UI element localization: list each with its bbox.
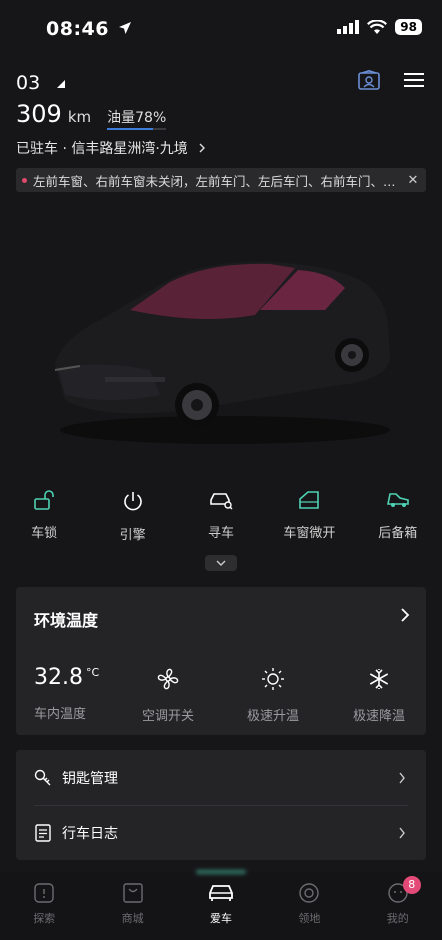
shop-icon — [122, 883, 143, 903]
status-icons: 98 — [337, 19, 422, 35]
nav-label-profile: 我的 — [386, 912, 409, 925]
chevron-down-icon — [216, 560, 226, 566]
parking-location[interactable]: 已驻车 · 信丰路星洲湾·九境 — [16, 138, 206, 158]
nav-item-territory[interactable]: 领地 — [274, 872, 344, 940]
battery-indicator: 98 — [395, 19, 422, 35]
fuel-bar — [107, 128, 167, 130]
window-vent-label: 车窗微开 — [283, 526, 336, 541]
digital-key-icon[interactable] — [358, 70, 380, 90]
chevron-right-icon[interactable] — [400, 607, 410, 623]
cabin-temp-value: 32.8 °C — [34, 665, 100, 690]
trunk-button[interactable]: 后备箱 — [356, 490, 440, 543]
find-car-label: 寻车 — [207, 526, 234, 541]
dropdown-triangle-icon — [57, 80, 66, 88]
driving-log-row[interactable]: 行车日志 — [16, 805, 426, 860]
nav-label-shop: 商城 — [121, 912, 144, 925]
door-alert-banner[interactable]: 左前车窗、右前车窗未关闭，左前车门、左后车门、右前车门、右… ✕ — [16, 168, 426, 192]
snowflake-icon — [369, 669, 389, 689]
alert-text: 左前车窗、右前车窗未关闭，左前车门、左后车门、右前车门、右… — [33, 173, 400, 189]
car-icon — [209, 885, 233, 901]
nav-label-car: 爱车 — [209, 912, 232, 925]
nav-label-territory: 领地 — [298, 912, 321, 925]
territory-icon — [299, 883, 320, 903]
close-icon[interactable]: ✕ — [400, 173, 426, 188]
fan-icon — [157, 668, 179, 690]
settings-list: 钥匙管理 行车日志 — [16, 750, 426, 860]
expand-button[interactable] — [205, 555, 237, 571]
notification-badge: 8 — [402, 876, 421, 894]
engine-button[interactable]: 引擎 — [91, 490, 175, 543]
sun-icon — [262, 668, 284, 690]
car-selector[interactable]: 03 — [16, 72, 66, 94]
power-icon — [123, 492, 142, 511]
unlock-icon — [34, 490, 54, 510]
nav-label-explore: 探索 — [33, 912, 56, 925]
location-arrow-icon — [119, 22, 132, 34]
status-time: 08:46 — [46, 18, 132, 40]
trunk-icon — [386, 493, 409, 507]
fuel-level: 油量78% — [107, 107, 167, 130]
quick-cool-button[interactable]: 极速降温 — [334, 667, 424, 724]
window-vent-button[interactable]: 车窗微开 — [267, 490, 351, 543]
log-icon — [35, 823, 51, 842]
quick-actions: 车锁 引擎 寻车 车窗微开 后备箱 — [0, 490, 442, 543]
alert-dot — [22, 177, 27, 183]
cabin-temp-label: 车内温度 — [34, 707, 87, 722]
lock-label: 车锁 — [31, 526, 58, 541]
trunk-label: 后备箱 — [378, 526, 418, 541]
ac-toggle-label: 空调开关 — [141, 709, 194, 724]
quick-heat-label: 极速升温 — [246, 709, 299, 724]
key-icon — [34, 769, 51, 785]
quick-heat-button[interactable]: 极速升温 — [228, 667, 318, 724]
key-management-label: 钥匙管理 — [62, 770, 118, 787]
climate-title: 环境温度 — [34, 611, 99, 630]
find-car-button[interactable]: 寻车 — [179, 490, 263, 543]
engine-label: 引擎 — [119, 528, 146, 543]
nav-item-explore[interactable]: 探索 — [9, 872, 79, 940]
nav-item-car[interactable]: 爱车 — [186, 870, 256, 940]
fuel-fill — [107, 128, 154, 130]
nav-item-shop[interactable]: 商城 — [98, 872, 168, 940]
chevron-right-icon — [399, 772, 405, 783]
window-icon — [299, 491, 320, 509]
nav-item-profile[interactable]: 我的 8 — [363, 872, 433, 940]
explore-icon — [34, 883, 54, 903]
car-image — [40, 240, 410, 450]
quick-cool-label: 极速降温 — [352, 709, 405, 724]
range-unit: km — [67, 108, 92, 126]
range-value: 309 — [16, 100, 62, 128]
chevron-right-icon — [399, 827, 405, 838]
climate-card: 环境温度 32.8 °C 车内温度 空调开关 极速升温 极速降温 — [16, 587, 426, 735]
driving-log-label: 行车日志 — [62, 825, 118, 842]
signal-icon — [337, 20, 360, 34]
ac-toggle-button[interactable]: 空调开关 — [123, 667, 213, 724]
wifi-icon — [367, 19, 388, 34]
range-row: 309 km 油量78% — [16, 100, 167, 130]
menu-icon[interactable] — [404, 72, 424, 88]
key-management-row[interactable]: 钥匙管理 — [16, 750, 426, 805]
bottom-nav: 探索 商城 爱车 领地 我的 8 — [0, 870, 442, 940]
lock-button[interactable]: 车锁 — [2, 490, 86, 543]
active-glow — [195, 870, 246, 874]
chevron-right-icon — [199, 143, 206, 153]
find-car-icon — [210, 493, 233, 510]
